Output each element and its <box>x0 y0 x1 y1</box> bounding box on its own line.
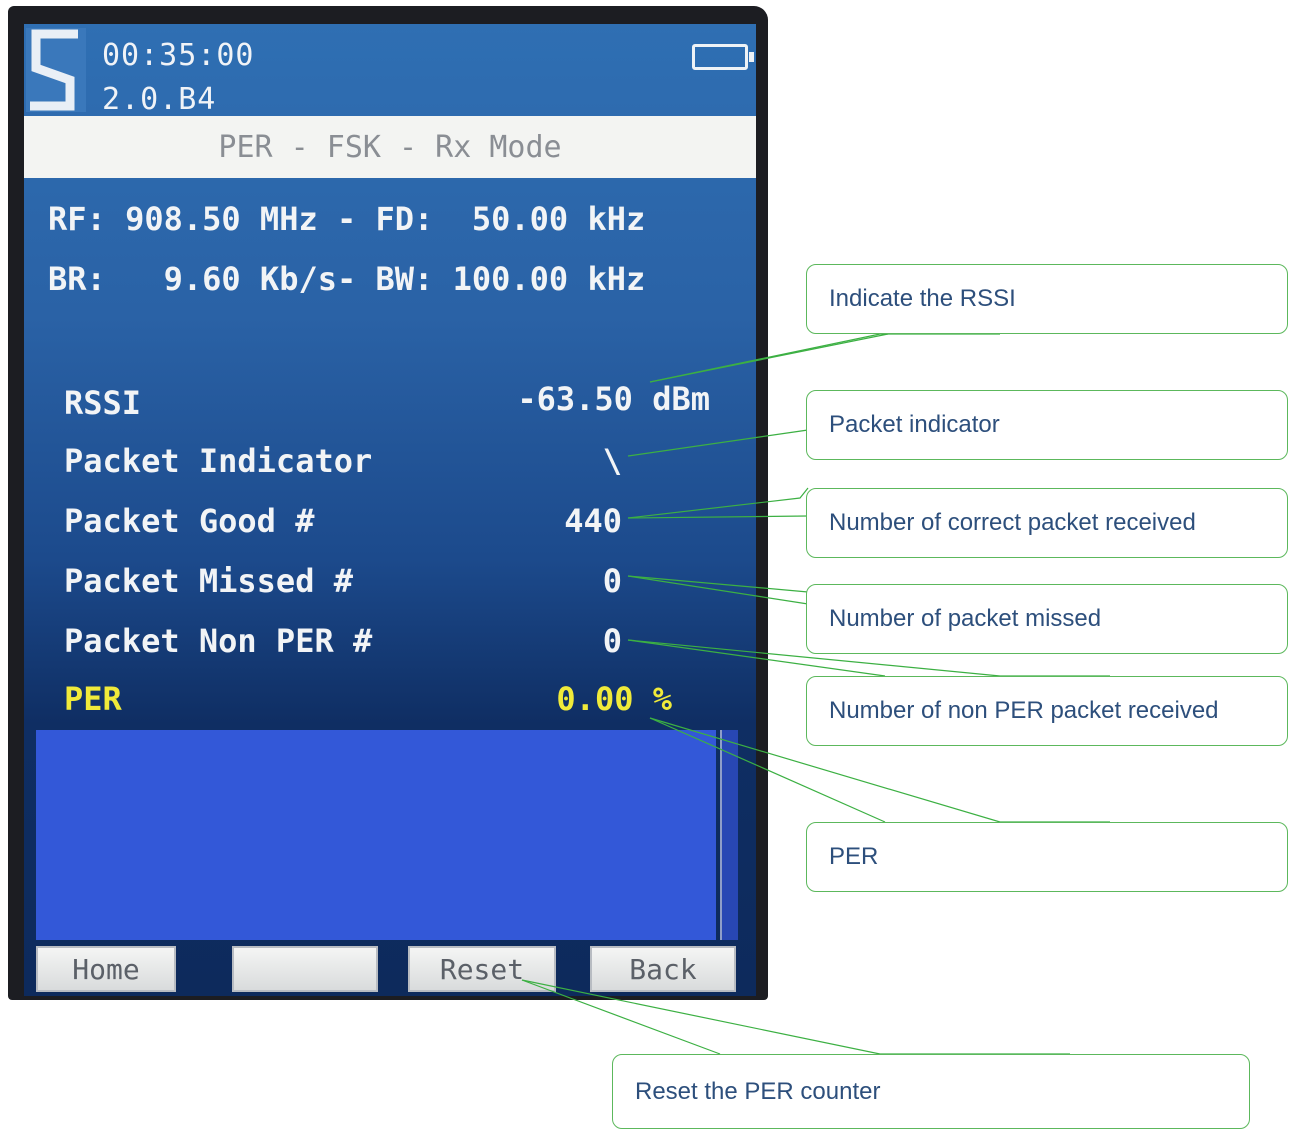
clock-time: 00:35:00 <box>102 38 255 73</box>
callout-rssi: Indicate the RSSI <box>806 264 1288 334</box>
graph-area <box>36 730 716 940</box>
callout-packet-missed: Number of packet missed <box>806 584 1288 654</box>
device-screen: 00:35:00 2.0.B4 PER - FSK - Rx Mode RF: … <box>24 24 756 996</box>
reset-softkey[interactable]: Reset <box>408 946 556 992</box>
firmware-version: 2.0.B4 <box>102 82 217 117</box>
mode-title: PER - FSK - Rx Mode <box>24 116 756 178</box>
home-softkey[interactable]: Home <box>36 946 176 992</box>
config-line-rf: RF: 908.50 MHz - FD: 50.00 kHz <box>48 200 646 238</box>
device-frame: 00:35:00 2.0.B4 PER - FSK - Rx Mode RF: … <box>8 6 768 1000</box>
s-logo-icon <box>26 28 86 112</box>
per-value: 0.00 % <box>556 680 672 718</box>
back-softkey[interactable]: Back <box>590 946 736 992</box>
callout-non-per: Number of non PER packet received <box>806 676 1288 746</box>
rssi-label: RSSI <box>64 384 142 422</box>
rssi-value: -63.50 dBm <box>517 380 710 418</box>
battery-icon <box>692 44 754 70</box>
packet-good-label: Packet Good # <box>64 502 315 540</box>
callout-per: PER <box>806 822 1288 892</box>
packet-non-per-value: 0 <box>602 622 622 660</box>
callout-packet-good: Number of correct packet received <box>806 488 1288 558</box>
packet-indicator-label: Packet Indicator <box>64 442 373 480</box>
packet-indicator-value: \ <box>602 442 622 480</box>
per-label: PER <box>64 680 122 718</box>
packet-non-per-label: Packet Non PER # <box>64 622 373 660</box>
config-line-br: BR: 9.60 Kb/s- BW: 100.00 kHz <box>48 260 646 298</box>
packet-missed-label: Packet Missed # <box>64 562 353 600</box>
packet-good-value: 440 <box>564 502 622 540</box>
callout-packet-indicator: Packet indicator <box>806 390 1288 460</box>
graph-scrollbar <box>720 730 738 940</box>
packet-missed-value: 0 <box>602 562 622 600</box>
blank-softkey[interactable] <box>232 946 378 992</box>
callout-reset: Reset the PER counter <box>612 1054 1250 1129</box>
